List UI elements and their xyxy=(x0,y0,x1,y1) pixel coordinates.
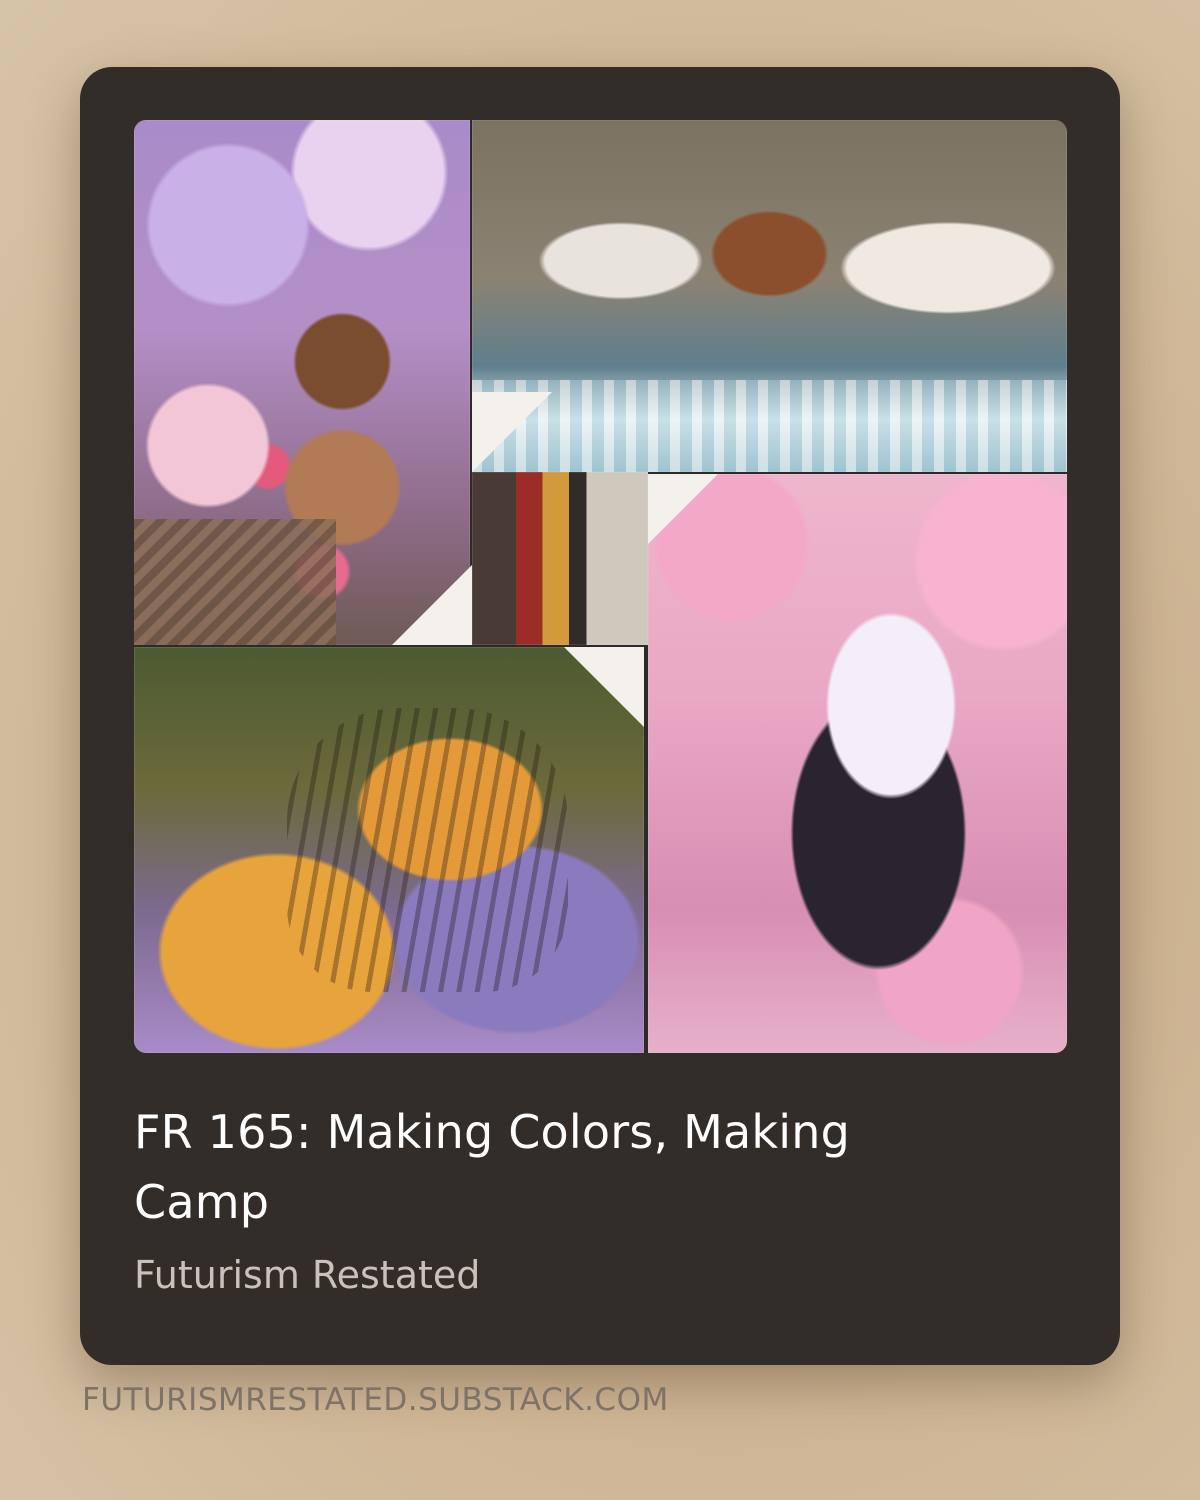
corner-protector xyxy=(472,392,552,472)
post-title[interactable]: FR 165: Making Colors, Making Camp xyxy=(134,1097,994,1237)
water-splash xyxy=(472,380,1067,472)
tiger-stripes xyxy=(287,707,568,993)
hero-image[interactable] xyxy=(134,120,1067,1053)
link-preview-card[interactable]: FR 165: Making Colors, Making Camp Futur… xyxy=(80,67,1120,1365)
link-domain[interactable]: FUTURISMRESTATED.SUBSTACK.COM xyxy=(82,1380,669,1420)
publication-name: Futurism Restated xyxy=(134,1253,481,1297)
corner-protector xyxy=(564,647,644,727)
kitten-poster xyxy=(648,474,1067,1053)
corner-protector xyxy=(392,565,472,645)
basket-detail xyxy=(134,519,336,645)
store-shelf xyxy=(472,472,648,645)
corner-protector xyxy=(648,474,718,544)
horses-poster xyxy=(472,120,1067,472)
